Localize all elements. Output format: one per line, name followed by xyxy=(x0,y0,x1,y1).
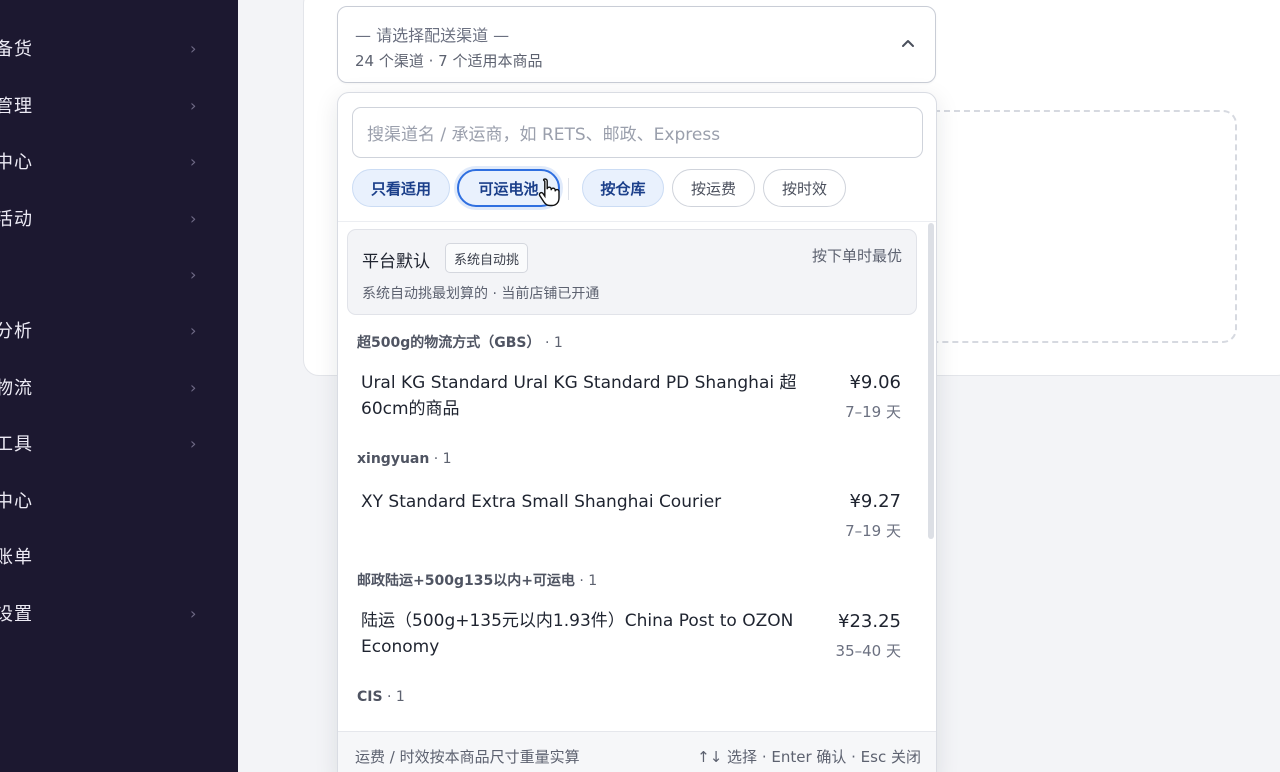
group-name: CIS xyxy=(357,689,383,705)
sort-label: 按时效 xyxy=(781,179,827,198)
group-header: 超500g的物流方式（GBS） · 1 xyxy=(357,332,563,352)
sidebar-item-label: 部工具 xyxy=(0,434,33,455)
filter-applicable-only[interactable]: 只看适用 xyxy=(352,169,450,207)
keyboard-hints: ↑↓ 选择 · Enter 确认 · Esc 关闭 xyxy=(697,748,921,766)
group-count: · 1 xyxy=(544,335,563,351)
scrollbar[interactable] xyxy=(928,223,934,539)
sidebar-item-label: 库管理 xyxy=(0,96,33,117)
sidebar-item[interactable]: 的账单 xyxy=(0,536,238,576)
hand-cursor-icon xyxy=(538,178,560,207)
option-name: 陆运（500g+135元以内1.93件）China Post to OZON E… xyxy=(361,611,794,657)
group-header: xingyuan · 1 xyxy=(357,451,452,467)
chevron-right-icon: › xyxy=(190,151,197,171)
sidebar-item[interactable]: 务中心 › xyxy=(0,141,238,181)
sidebar-item-label: 的账单 xyxy=(0,547,33,568)
option-name: Ural KG Standard Ural KG Standard PD Sha… xyxy=(361,373,797,419)
chevron-right-icon: › xyxy=(190,433,197,453)
search-input[interactable]: 搜渠道名 / 承运商，如 RETS、邮政、Express xyxy=(352,107,923,158)
channel-dropdown: 搜渠道名 / 承运商，如 RETS、邮政、Express 只看适用 可运电池 按… xyxy=(337,92,937,772)
group-name: 邮政陆运+500g135以内+可运电 xyxy=(357,573,575,589)
sidebar-item[interactable]: 息中心 xyxy=(0,480,238,520)
option-price: ¥9.06 xyxy=(849,372,901,393)
select-summary: 24 个渠道 · 7 个适用本商品 xyxy=(355,52,543,70)
sort-label: 按仓库 xyxy=(600,179,646,198)
option-days: 7–19 天 xyxy=(845,403,901,421)
sort-label: 按运费 xyxy=(690,179,736,198)
sidebar-item[interactable]: 部工具 › xyxy=(0,423,238,463)
select-placeholder: — 请选择配送渠道 — xyxy=(355,26,510,45)
list-separator xyxy=(338,221,936,222)
chevron-right-icon: › xyxy=(190,320,197,340)
sidebar-item[interactable]: 物备货 › xyxy=(0,28,238,68)
sidebar-item-label: 务中心 xyxy=(0,152,33,173)
chevron-right-icon: › xyxy=(190,38,197,58)
chevron-right-icon: › xyxy=(190,377,197,397)
sidebar-item-label: 物备货 xyxy=(0,39,33,60)
sidebar-item-label: 台物流 xyxy=(0,378,33,399)
sidebar-item-label: 告 xyxy=(0,261,1,287)
sidebar: 物备货 › 库管理 › 务中心 › 销活动 › 告 › 据分析 › 台物流 › … xyxy=(0,0,238,772)
filter-label: 只看适用 xyxy=(370,179,431,198)
sidebar-item-label: 统设置 xyxy=(0,604,33,625)
option-price: ¥23.25 xyxy=(838,611,901,632)
default-option-subtitle: 系统自动挑最划算的 · 当前店铺已开通 xyxy=(362,286,600,302)
group-count: · 1 xyxy=(579,573,598,589)
upload-dropzone[interactable] xyxy=(920,110,1237,343)
chevron-right-icon: › xyxy=(190,264,197,284)
dropdown-footer: 运费 / 时效按本商品尺寸重量实算 ↑↓ 选择 · Enter 确认 · Esc… xyxy=(338,731,936,772)
sort-by-warehouse[interactable]: 按仓库 xyxy=(582,169,664,207)
sidebar-item-label: 销活动 xyxy=(0,209,33,230)
sidebar-item[interactable]: 据分析 › xyxy=(0,310,238,350)
sidebar-item[interactable]: 库管理 › xyxy=(0,85,238,125)
shipping-channel-select[interactable]: — 请选择配送渠道 — 24 个渠道 · 7 个适用本商品 xyxy=(337,6,936,83)
group-header: CIS · 1 xyxy=(357,689,405,705)
sort-by-fee[interactable]: 按运费 xyxy=(672,169,755,207)
default-option[interactable]: 平台默认 系统自动挑 按下单时最优 系统自动挑最划算的 · 当前店铺已开通 xyxy=(347,229,917,315)
option-name: XY Standard Extra Small Shanghai Courier xyxy=(361,492,722,512)
sidebar-item[interactable]: 台物流 › xyxy=(0,367,238,407)
group-name: 超500g的物流方式（GBS） xyxy=(357,335,541,351)
sidebar-item[interactable]: 销活动 › xyxy=(0,198,238,238)
sort-by-time[interactable]: 按时效 xyxy=(763,169,846,207)
sidebar-item-label: 据分析 xyxy=(0,321,33,342)
chevron-right-icon: › xyxy=(190,95,197,115)
default-option-hint: 按下单时最优 xyxy=(811,247,902,265)
group-header: 邮政陆运+500g135以内+可运电 · 1 xyxy=(357,570,597,590)
search-placeholder: 搜渠道名 / 承运商，如 RETS、邮政、Express xyxy=(367,125,721,145)
filter-label: 可运电池 xyxy=(478,179,539,198)
sidebar-item-label: 息中心 xyxy=(0,491,33,512)
default-option-tag: 系统自动挑 xyxy=(445,243,529,273)
group-count: · 1 xyxy=(433,451,452,467)
option-days: 35–40 天 xyxy=(835,642,901,660)
default-option-title: 平台默认 xyxy=(362,252,430,272)
filter-divider xyxy=(568,178,569,200)
option-days: 7–19 天 xyxy=(845,522,901,540)
footer-note: 运费 / 时效按本商品尺寸重量实算 xyxy=(355,748,580,766)
group-name: xingyuan xyxy=(357,451,430,467)
sidebar-item[interactable]: 统设置 › xyxy=(0,593,238,633)
option-price: ¥9.27 xyxy=(849,491,901,512)
chevron-up-icon xyxy=(902,40,914,47)
chevron-right-icon: › xyxy=(190,603,197,623)
sidebar-item[interactable]: 告 › xyxy=(0,254,238,294)
chevron-right-icon: › xyxy=(190,208,197,228)
group-count: · 1 xyxy=(387,689,405,705)
